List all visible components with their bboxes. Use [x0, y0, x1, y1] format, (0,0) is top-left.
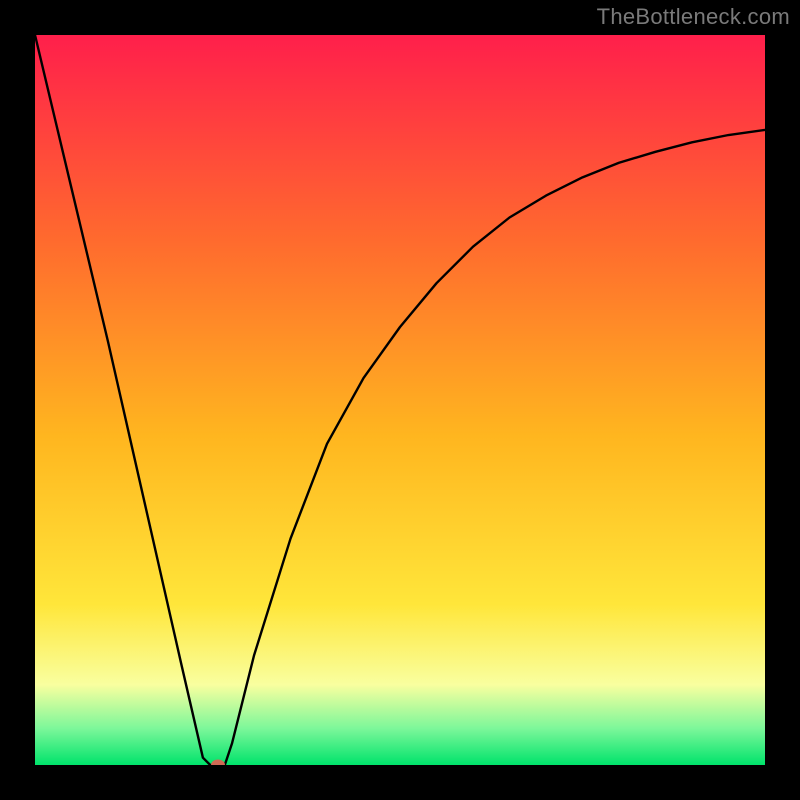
plot-area [35, 35, 765, 765]
minimum-point-marker [211, 760, 225, 766]
chart-frame: TheBottleneck.com [0, 0, 800, 800]
bottleneck-curve [35, 35, 765, 765]
attribution-text: TheBottleneck.com [597, 4, 790, 30]
